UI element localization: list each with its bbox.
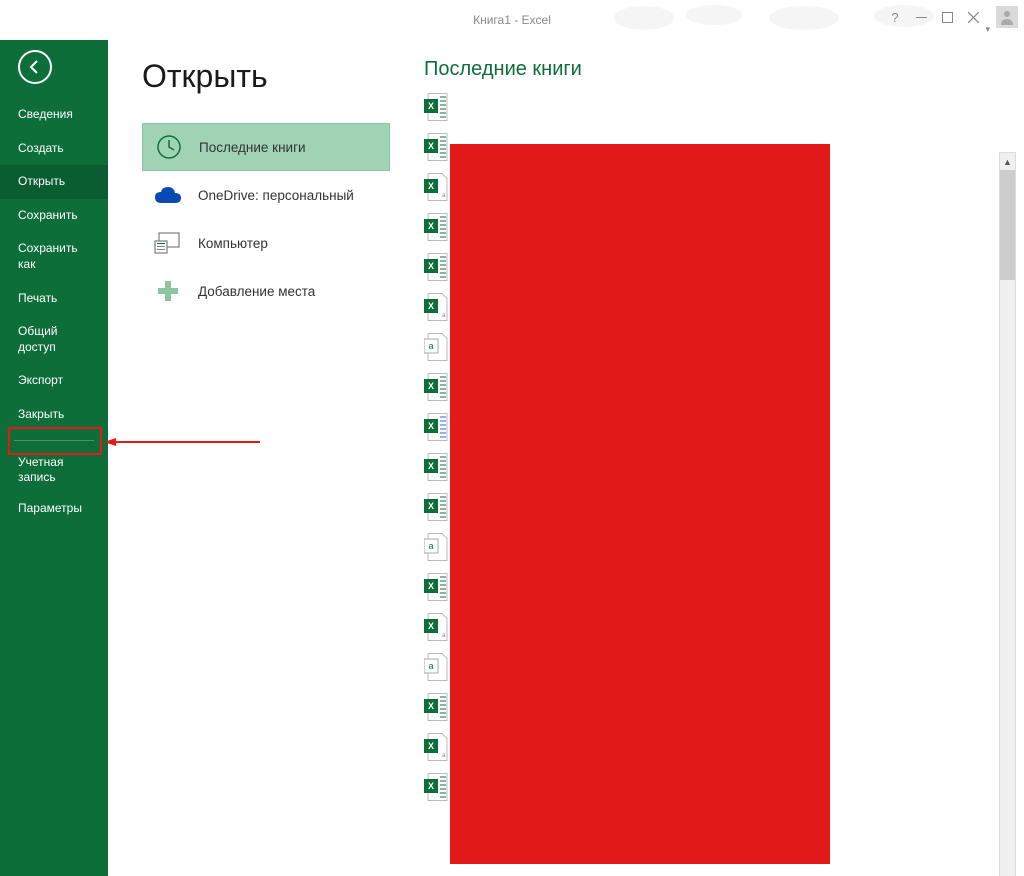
nav-info[interactable]: Сведения <box>0 98 108 132</box>
clock-icon <box>153 131 185 163</box>
excel-file-icon: Xa <box>424 173 448 201</box>
window-title: Книга1 - Excel <box>473 13 551 27</box>
nav-save[interactable]: Сохранить <box>0 199 108 233</box>
svg-text:a: a <box>428 661 433 671</box>
location-label: Добавление места <box>198 284 315 299</box>
location-computer[interactable]: Компьютер <box>142 219 390 267</box>
svg-text:X: X <box>428 781 434 791</box>
back-button[interactable] <box>18 50 52 84</box>
svg-text:X: X <box>428 741 434 751</box>
svg-text:a: a <box>428 341 433 351</box>
nav-label: Закрыть <box>18 407 64 421</box>
minimize-button[interactable] <box>912 8 930 26</box>
nav-new[interactable]: Создать <box>0 132 108 166</box>
nav-label: Экспорт <box>18 373 63 387</box>
location-add-place[interactable]: Добавление места <box>142 267 390 315</box>
nav-label: Сведения <box>18 107 73 121</box>
nav-label: Создать <box>18 141 64 155</box>
computer-icon <box>152 227 184 259</box>
excel-file-icon: X <box>424 253 448 281</box>
svg-text:X: X <box>428 501 434 511</box>
nav-label: Общий доступ <box>18 324 58 354</box>
nav-account[interactable]: Учетная запись <box>0 449 108 492</box>
excel-file-icon: X <box>424 493 448 521</box>
help-icon[interactable]: ? <box>886 8 904 26</box>
user-avatar[interactable] <box>996 6 1018 28</box>
nav-open[interactable]: Открыть <box>0 165 108 199</box>
svg-text:X: X <box>428 221 434 231</box>
excel-file-icon: Xa <box>424 293 448 321</box>
backstage-sidebar: Сведения Создать Открыть Сохранить Сохра… <box>0 40 108 876</box>
redaction-overlay <box>450 144 830 864</box>
nav-options[interactable]: Параметры <box>0 492 108 526</box>
maximize-button[interactable] <box>938 8 956 26</box>
excel-file-icon: a <box>424 333 448 361</box>
location-label: OneDrive: персональный <box>198 188 354 203</box>
excel-file-icon: a <box>424 653 448 681</box>
nav-label: Сохранить как <box>18 241 78 271</box>
page-title: Открыть <box>142 58 390 95</box>
nav-export[interactable]: Экспорт <box>0 364 108 398</box>
plus-icon <box>152 275 184 307</box>
scroll-up-button[interactable]: ▲ <box>1000 153 1015 170</box>
excel-file-icon: X <box>424 773 448 801</box>
close-button[interactable] <box>964 8 982 26</box>
scroll-thumb[interactable] <box>1000 170 1015 280</box>
title-bar: Книга1 - Excel ? ▾ <box>0 0 1024 40</box>
svg-text:X: X <box>428 621 434 631</box>
nav-share[interactable]: Общий доступ <box>0 315 108 364</box>
location-recent[interactable]: Последние книги <box>142 123 390 171</box>
svg-text:X: X <box>428 421 434 431</box>
excel-file-icon: X <box>424 373 448 401</box>
excel-file-icon: X <box>424 453 448 481</box>
location-label: Компьютер <box>198 236 268 251</box>
nav-label: Открыть <box>18 174 65 188</box>
svg-text:X: X <box>428 701 434 711</box>
svg-text:X: X <box>428 181 434 191</box>
scrollbar[interactable]: ▲ ▼ <box>999 152 1016 876</box>
recent-title: Последние книги <box>424 58 1024 81</box>
nav-separator <box>14 440 94 441</box>
svg-text:X: X <box>428 141 434 151</box>
svg-text:a: a <box>428 541 433 551</box>
excel-file-icon: X <box>424 693 448 721</box>
nav-label: Печать <box>18 291 57 305</box>
svg-text:X: X <box>428 101 434 111</box>
nav-save-as[interactable]: Сохранить как <box>0 232 108 281</box>
excel-file-icon: X <box>424 213 448 241</box>
excel-file-icon: X <box>424 573 448 601</box>
cloud-icon <box>152 179 184 211</box>
svg-text:X: X <box>428 381 434 391</box>
excel-file-icon: a <box>424 533 448 561</box>
excel-file-icon: Xa <box>424 733 448 761</box>
svg-text:X: X <box>428 461 434 471</box>
nav-print[interactable]: Печать <box>0 282 108 316</box>
nav-label: Учетная запись <box>18 455 63 485</box>
svg-text:X: X <box>428 261 434 271</box>
recent-file-item[interactable]: X и гот... <box>424 93 1024 133</box>
location-onedrive[interactable]: OneDrive: персональный <box>142 171 390 219</box>
svg-text:X: X <box>428 301 434 311</box>
location-label: Последние книги <box>199 140 306 155</box>
account-dropdown-icon[interactable]: ▾ <box>985 24 990 35</box>
excel-file-icon: X <box>424 413 448 441</box>
svg-text:X: X <box>428 581 434 591</box>
nav-close[interactable]: Закрыть <box>0 398 108 432</box>
excel-file-icon: X <box>424 133 448 161</box>
nav-label: Сохранить <box>18 208 78 222</box>
nav-label: Параметры <box>18 501 82 515</box>
excel-file-icon: Xa <box>424 613 448 641</box>
excel-file-icon: X <box>424 93 448 121</box>
